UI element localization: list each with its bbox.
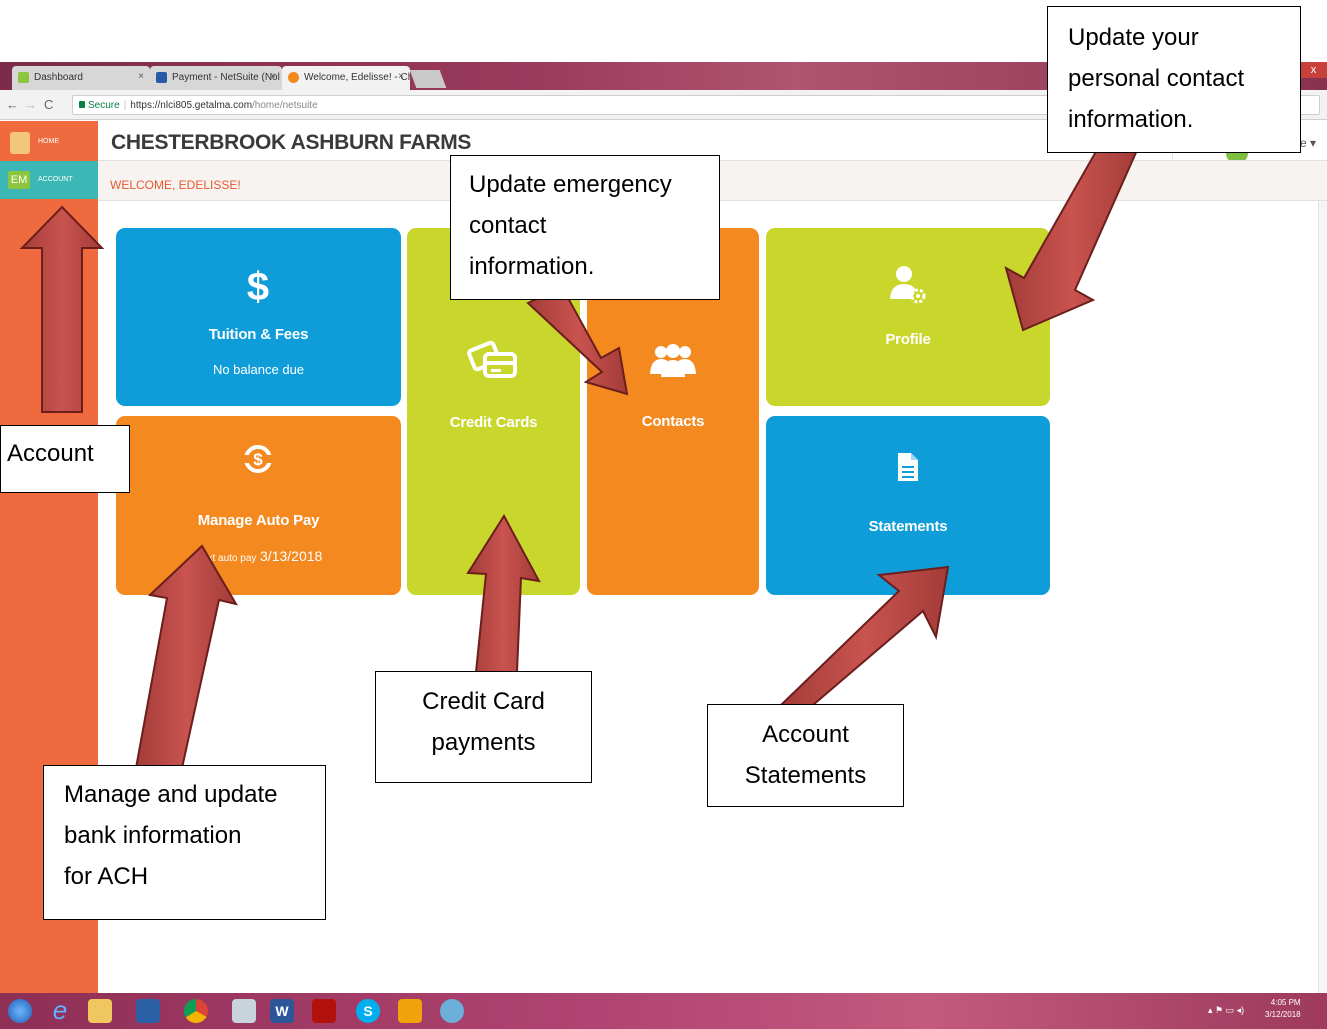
account-avatar: EM xyxy=(8,171,30,189)
os-taskbar: e W S ▴ ⚑ ▭ ◂) 4:05 PM 3/12/2018 xyxy=(0,993,1327,1029)
people-icon xyxy=(650,344,696,377)
file-explorer-icon[interactable] xyxy=(88,999,112,1023)
window-close-button[interactable]: x xyxy=(1300,62,1327,78)
sidebar-item-label: HOME xyxy=(38,138,59,145)
callout-text: for ACH xyxy=(64,863,149,890)
callout-account: Account xyxy=(0,425,130,493)
user-gear-icon xyxy=(890,266,926,304)
callout-credit-card: Credit Card payments xyxy=(375,671,592,783)
page-title: CHESTERBROOK ASHBURN FARMS xyxy=(111,131,472,154)
tile-profile[interactable]: Profile xyxy=(766,228,1050,406)
tab-close-icon[interactable]: × xyxy=(270,71,276,82)
callout-text: Update emergency xyxy=(469,171,672,198)
outlook-icon[interactable] xyxy=(398,999,422,1023)
url-separator: | xyxy=(123,100,127,111)
acrobat-icon[interactable] xyxy=(312,999,336,1023)
callout-text: bank information xyxy=(64,822,242,849)
credit-card-icon xyxy=(467,340,517,378)
sidebar-item-account[interactable]: EM ACCOUNT xyxy=(0,161,98,199)
callout-text: Account xyxy=(762,721,849,748)
calculator-icon[interactable] xyxy=(232,999,256,1023)
system-tray[interactable]: ▴ ⚑ ▭ ◂) xyxy=(1208,1005,1244,1016)
callout-text: Statements xyxy=(744,762,867,789)
tile-title: Manage Auto Pay xyxy=(197,512,320,529)
url-host: https://nlci805.getalma.com xyxy=(130,100,253,111)
new-tab-button[interactable] xyxy=(409,70,447,88)
tile-statements[interactable]: Statements xyxy=(766,416,1050,595)
callout-text: Credit Card xyxy=(422,688,545,715)
autopay-icon: $ xyxy=(241,445,275,473)
clock-date: 3/12/2018 xyxy=(1265,1010,1301,1019)
taskbar-clock[interactable]: 4:05 PM 3/12/2018 xyxy=(1265,997,1301,1021)
clock-time: 4:05 PM xyxy=(1270,998,1301,1007)
screenshot-root: Dashboard × Payment - NetSuite (Nol × We… xyxy=(0,0,1327,1029)
tile-subtitle: Next auto pay 3/13/2018 xyxy=(116,548,401,564)
tab-dashboard[interactable]: Dashboard × xyxy=(12,66,150,90)
callout-text: Manage and update xyxy=(64,781,278,808)
netsuite-tab-icon xyxy=(156,72,167,83)
callout-text: information. xyxy=(469,253,595,280)
almanac-tab-icon xyxy=(288,72,299,83)
school-logo-icon xyxy=(10,132,30,154)
callout-text: Account xyxy=(7,440,94,467)
callout-text: contact xyxy=(469,212,547,239)
callout-text: personal contact xyxy=(1068,65,1245,92)
user-menu[interactable]: e ▾ xyxy=(1300,136,1316,150)
next-autopay-label: Next auto pay xyxy=(194,553,257,564)
callout-text: payments xyxy=(431,729,536,756)
svg-text:$: $ xyxy=(253,450,263,469)
tile-title: Statements xyxy=(868,518,948,535)
tile-tuition-fees[interactable]: $ Tuition & Fees No balance due xyxy=(116,228,401,406)
tab-label: Payment - NetSuite (Nol xyxy=(172,72,280,83)
tile-title: Credit Cards xyxy=(449,414,538,431)
callout-statements: Account Statements xyxy=(707,704,904,807)
internet-explorer-icon[interactable]: e xyxy=(48,997,72,1023)
tile-manage-auto-pay[interactable]: $ Manage Auto Pay Next auto pay 3/13/201… xyxy=(116,416,401,595)
next-autopay-date: 3/13/2018 xyxy=(260,548,323,564)
callout-text: information. xyxy=(1068,106,1194,133)
dashboard-tab-icon xyxy=(18,72,29,83)
paint-icon[interactable] xyxy=(440,999,464,1023)
welcome-message: WELCOME, EDELISSE! xyxy=(110,178,241,192)
svg-text:$: $ xyxy=(247,265,269,308)
sidebar-item-home[interactable]: HOME xyxy=(0,123,98,161)
tile-subtitle: No balance due xyxy=(212,362,305,377)
sidebar-item-label: ACCOUNT xyxy=(38,176,73,183)
chrome-icon[interactable] xyxy=(184,999,208,1023)
forward-arrow-icon[interactable]: → xyxy=(24,97,37,112)
secure-label: Secure xyxy=(88,100,120,111)
word-icon[interactable]: W xyxy=(270,999,294,1023)
tile-title: Tuition & Fees xyxy=(208,326,309,343)
reload-icon[interactable]: C xyxy=(44,97,53,112)
tab-label: Dashboard xyxy=(34,72,83,83)
lock-icon xyxy=(79,101,85,108)
dollar-icon: $ xyxy=(247,265,269,308)
tab-close-icon[interactable]: × xyxy=(398,71,404,82)
callout-text: Update your xyxy=(1068,24,1199,51)
tab-close-icon[interactable]: × xyxy=(138,71,144,82)
url-path: /home/netsuite xyxy=(252,100,318,111)
skype-icon[interactable]: S xyxy=(356,999,380,1023)
tab-welcome[interactable]: Welcome, Edelisse! - Che × xyxy=(282,66,410,90)
back-arrow-icon[interactable]: ← xyxy=(6,97,19,112)
callout-emergency-contact: Update emergency contact information. xyxy=(450,155,720,300)
start-button-icon[interactable] xyxy=(8,999,32,1023)
callout-ach: Manage and update bank information for A… xyxy=(43,765,326,920)
tile-title: Profile xyxy=(885,331,931,348)
outlook-app-icon[interactable] xyxy=(136,999,160,1023)
tab-label: Welcome, Edelisse! - Che xyxy=(304,72,410,83)
tile-title: Contacts xyxy=(641,413,705,430)
page-scrollbar[interactable] xyxy=(1318,201,1327,993)
callout-personal-contact: Update your personal contact information… xyxy=(1047,6,1301,153)
document-icon xyxy=(898,453,918,481)
tab-netsuite[interactable]: Payment - NetSuite (Nol × xyxy=(150,66,282,90)
